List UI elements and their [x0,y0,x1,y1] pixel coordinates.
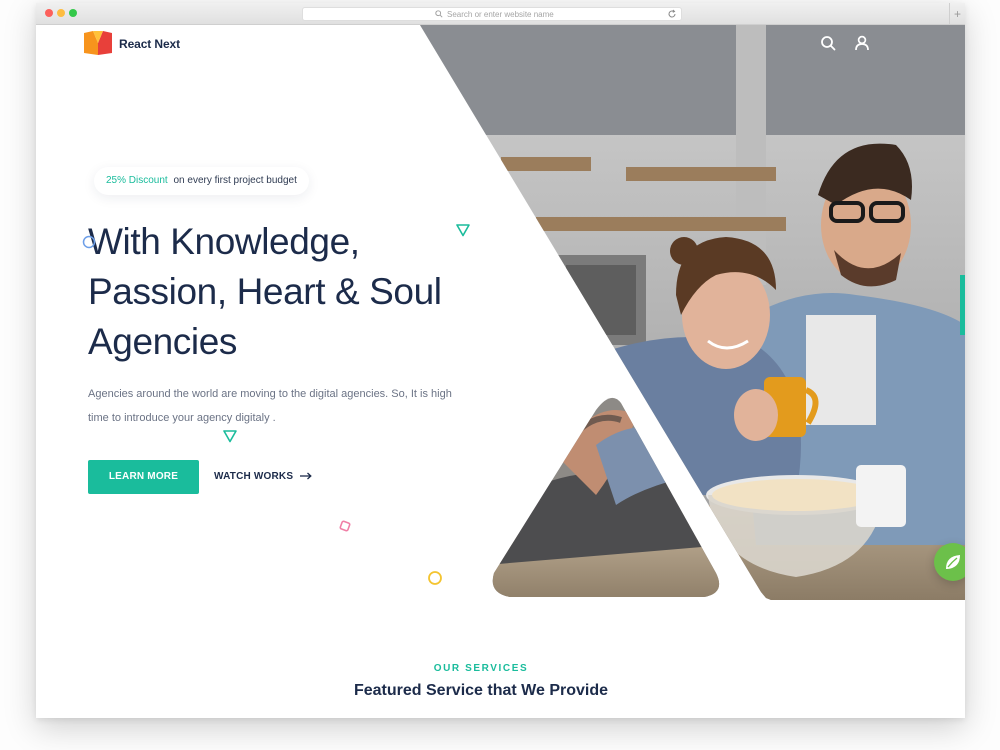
headline-line: Agencies [88,321,238,362]
discount-description: on every first project budget [173,175,297,186]
discount-badge: 25% Discount on every first project budg… [94,167,309,195]
description-line: Agencies around the world are moving to … [88,388,452,400]
webpage: React Next 25% Discount on every first p… [36,25,965,718]
watch-works-label: WATCH WORKS [214,471,294,482]
maximize-window-button[interactable] [69,9,77,17]
user-icon[interactable] [854,35,870,51]
browser-window: Search or enter website name + React Nex… [36,3,965,718]
services-eyebrow: OUR SERVICES [433,663,529,674]
triangle-outline-icon [223,430,237,443]
circle-outline-icon [428,571,442,585]
arrow-right-icon [300,472,312,480]
new-tab-button[interactable]: + [949,3,965,25]
browser-titlebar: Search or enter website name + [36,3,965,25]
learn-more-button[interactable]: LEARN MORE [88,460,199,494]
logo-icon[interactable] [84,31,112,55]
services-title: Featured Service that We Provide [353,682,608,699]
watch-works-link[interactable]: WATCH WORKS [214,460,312,494]
chat-widget-button[interactable] [934,543,965,581]
description-line: time to introduce your agency digitaly . [88,412,276,424]
headline-line: Passion, Heart & Soul [88,271,442,312]
triangle-outline-icon [456,224,470,237]
address-placeholder: Search or enter website name [447,10,554,19]
search-icon[interactable] [820,35,836,51]
search-icon [435,10,443,18]
reload-icon[interactable] [667,9,677,19]
hero-headline: With Knowledge, Passion, Heart & Soul Ag… [88,217,488,367]
headline-line: With Knowledge, [88,221,360,262]
square-outline-icon [339,520,351,532]
circle-outline-icon [82,235,96,249]
hero-description: Agencies around the world are moving to … [88,382,488,430]
address-bar[interactable]: Search or enter website name [302,7,682,21]
brand-name[interactable]: React Next [119,37,180,51]
close-window-button[interactable] [45,9,53,17]
discount-amount: 25% Discount [106,175,168,186]
minimize-window-button[interactable] [57,9,65,17]
leaf-icon [946,555,960,569]
screenshot-stage: Search or enter website name + React Nex… [0,0,1000,750]
